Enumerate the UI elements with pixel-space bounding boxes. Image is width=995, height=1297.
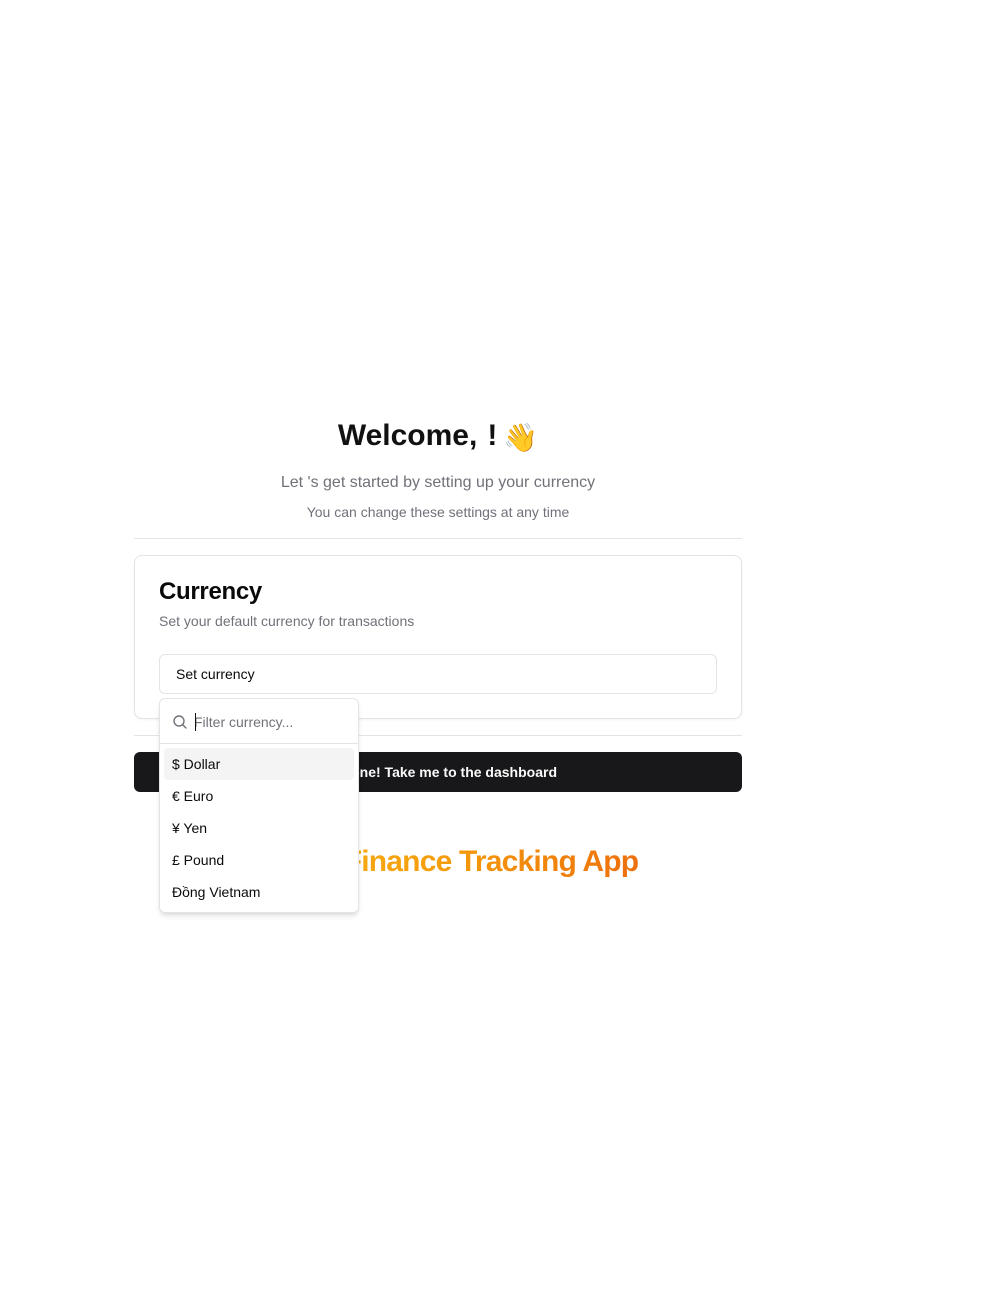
settings-hint: You can change these settings at any tim… [306, 504, 570, 520]
waving-hand-icon: 👋 [503, 422, 539, 453]
set-currency-button[interactable]: Set currency [159, 654, 717, 694]
welcome-heading: Welcome,! 👋 [134, 416, 742, 458]
currency-card-title: Currency [159, 578, 262, 605]
onboarding-page: Welcome,! 👋 Let 's get started by setting… [0, 0, 995, 1297]
currency-filter-row [160, 699, 358, 744]
currency-option-dollar[interactable]: $ Dollar [164, 748, 354, 780]
currency-filter-input[interactable] [194, 710, 352, 734]
currency-dropdown: $ Dollar € Euro ¥ Yen £ Pound Đồng Vietn… [159, 698, 359, 913]
currency-option-euro[interactable]: € Euro [164, 780, 354, 812]
welcome-exclamation: ! [487, 419, 498, 452]
divider-top [134, 538, 742, 539]
search-icon [173, 715, 187, 729]
currency-option-pound[interactable]: £ Pound [164, 844, 354, 876]
currency-card-description: Set your default currency for transactio… [159, 613, 415, 629]
welcome-text: Welcome, [337, 419, 478, 452]
currency-card: Currency Set your default currency for t… [134, 555, 742, 719]
currency-option-dong[interactable]: Đồng Vietnam [164, 876, 354, 908]
currency-option-yen[interactable]: ¥ Yen [164, 812, 354, 844]
welcome-subtitle: Let 's get started by setting up your cu… [280, 474, 596, 491]
text-cursor [195, 713, 196, 731]
currency-options-list: $ Dollar € Euro ¥ Yen £ Pound Đồng Vietn… [160, 744, 358, 912]
